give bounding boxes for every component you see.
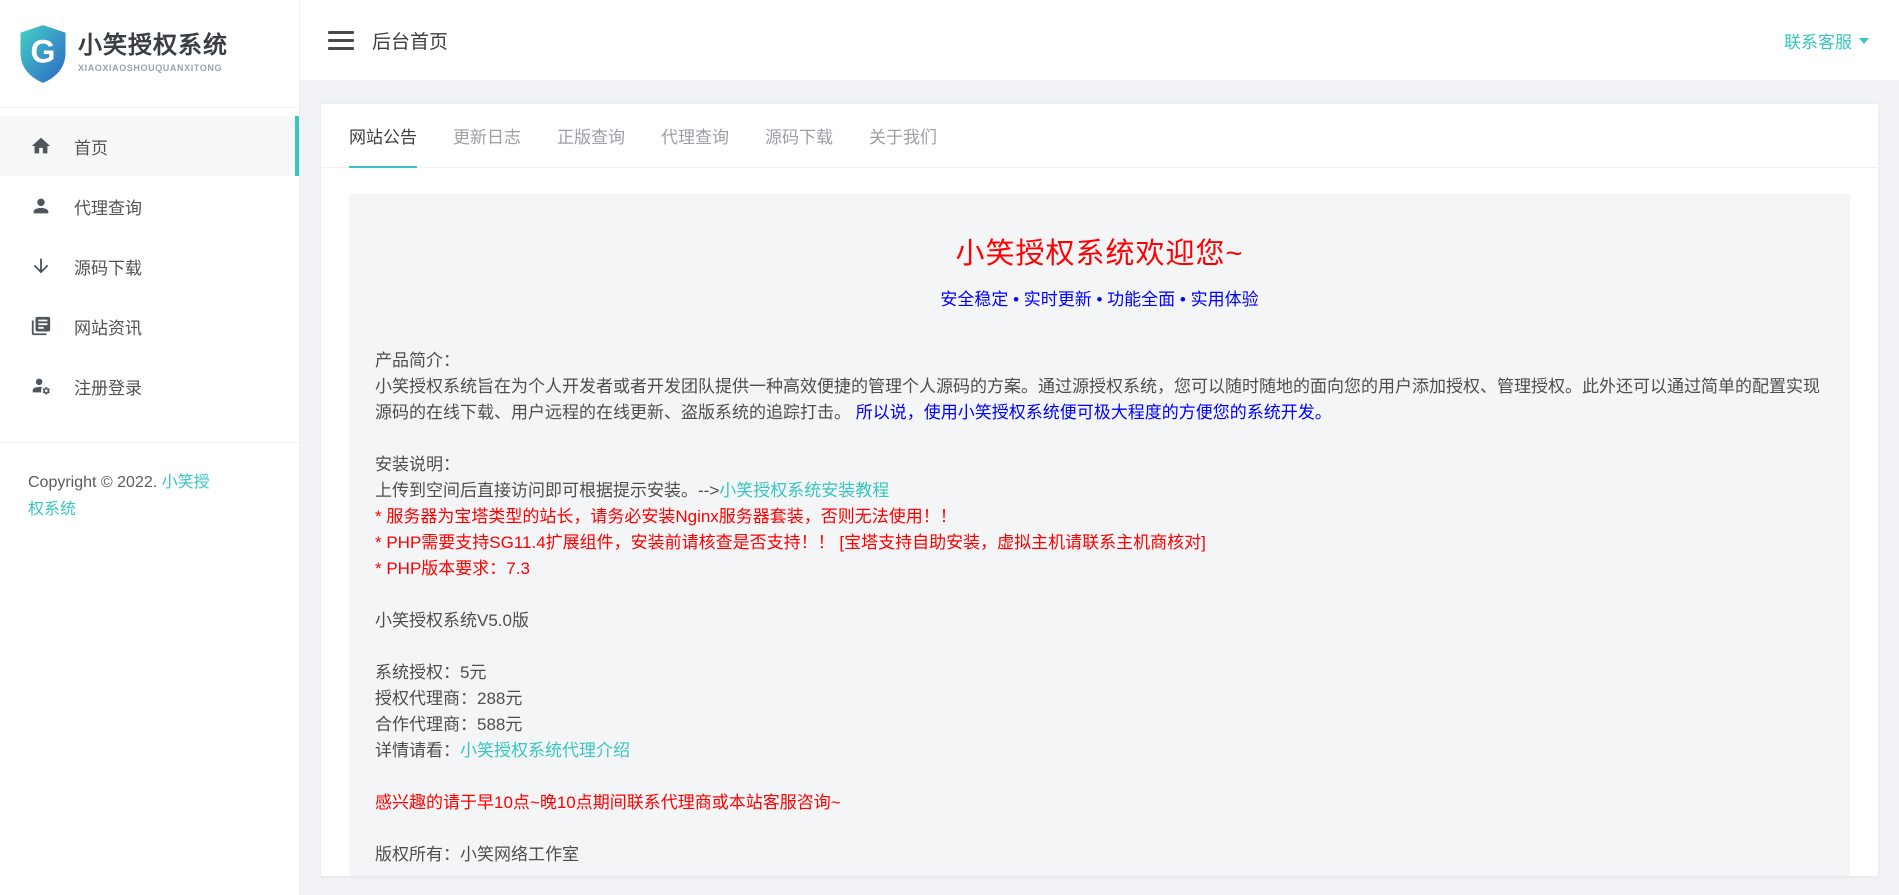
page-title: 后台首页: [372, 27, 448, 54]
content-wrapper: 网站公告 更新日志 正版查询 代理查询 源码下载 关于我们 小笑授权系统欢迎您~ 安全稳定…: [300, 80, 1899, 895]
announcement-body: 产品简介： 小笑授权系统旨在为个人开发者或者开发团队提供一种高效便捷的管理个人源码…: [375, 348, 1824, 868]
announcement-line: 小笑授权系统旨在为个人开发者或者开发团队提供一种高效便捷的管理个人源码的方案。通…: [375, 374, 1824, 426]
announcement-link[interactable]: 小笑授权系统安装教程: [719, 481, 889, 500]
announcement-line: [375, 634, 1824, 660]
brand-text: 小笑授权系统 XIAOXIAOSHOUQUANXITONG: [78, 33, 228, 74]
brand-logo-shield-icon: G: [16, 24, 70, 84]
announcement-text: 授权代理商：288元: [375, 689, 522, 708]
announcement-text: 所以说，使用小笑授权系统便可极大程度的方便您的系统开发。: [851, 403, 1332, 422]
sidebar-nav: 首页 代理查询 源码下载 网站资讯 注册登录: [0, 116, 299, 416]
brand-subtitle: XIAOXIAOSHOUQUANXITONG: [78, 64, 228, 74]
copyright-text: Copyright © 2022.: [28, 474, 162, 491]
announcement-text: 小笑授权系统V5.0版: [375, 611, 529, 630]
announcement-subtitle: 安全稳定 • 实时更新 • 功能全面 • 实用体验: [375, 285, 1824, 310]
tab-label: 源码下载: [765, 123, 833, 148]
user-gear-icon: [30, 375, 52, 397]
announcement-text: 安装说明：: [375, 455, 460, 474]
svg-text:G: G: [30, 33, 55, 69]
announcement-title: 小笑授权系统欢迎您~: [375, 230, 1824, 272]
announcement-line: [375, 426, 1824, 452]
announcement-text: * PHP版本要求：7.3: [375, 559, 530, 578]
announcement-line: 合作代理商：588元: [375, 712, 1824, 738]
announcement-line: [375, 764, 1824, 790]
user-icon: [30, 195, 52, 217]
announcement-line: 产品简介：: [375, 348, 1824, 374]
sidebar-item-site-news[interactable]: 网站资讯: [0, 296, 299, 356]
announcement-text: 合作代理商：588元: [375, 715, 522, 734]
sidebar-item-label: 源码下载: [74, 254, 142, 279]
announcement-line: 系统授权：5元: [375, 660, 1824, 686]
announcement-text: * 服务器为宝塔类型的站长，请务必安装Nginx服务器套装，否则无法使用！！: [375, 507, 957, 526]
tab-label: 关于我们: [869, 123, 937, 148]
tab-about-us[interactable]: 关于我们: [869, 104, 937, 168]
contact-support-label: 联系客服: [1784, 28, 1852, 53]
tab-bar: 网站公告 更新日志 正版查询 代理查询 源码下载 关于我们: [321, 104, 1878, 168]
sidebar-copyright: Copyright © 2022. 小笑授权系统: [0, 443, 248, 549]
announcement-panel: 小笑授权系统欢迎您~ 安全稳定 • 实时更新 • 功能全面 • 实用体验 产品简…: [349, 194, 1850, 877]
brand-name: 小笑授权系统: [78, 33, 228, 59]
announcement-line: 上传到空间后直接访问即可根据提示安装。-->小笑授权系统安装教程: [375, 478, 1824, 504]
sidebar-item-label: 首页: [74, 134, 108, 159]
tab-label: 代理查询: [661, 123, 729, 148]
announcement-line: 小笑授权系统V5.0版: [375, 608, 1824, 634]
contact-support-dropdown[interactable]: 联系客服: [1784, 28, 1869, 53]
sidebar-item-label: 代理查询: [74, 194, 142, 219]
announcement-line: * 服务器为宝塔类型的站长，请务必安装Nginx服务器套装，否则无法使用！！: [375, 504, 1824, 530]
sidebar-item-source-download[interactable]: 源码下载: [0, 236, 299, 296]
announcement-text: 感兴趣的请于早10点~晚10点期间联系代理商或本站客服咨询~: [375, 793, 841, 812]
sidebar-item-register-login[interactable]: 注册登录: [0, 356, 299, 416]
download-icon: [30, 255, 52, 277]
main-area: 后台首页 联系客服 网站公告 更新日志 正版查询 代理查询 源码下载 关于我们 小笑授权系…: [300, 0, 1899, 895]
brand[interactable]: G 小笑授权系统 XIAOXIAOSHOUQUANXITONG: [0, 0, 299, 108]
chevron-down-icon: [1859, 38, 1869, 44]
tab-site-announcement[interactable]: 网站公告: [349, 104, 417, 168]
tab-genuine-check[interactable]: 正版查询: [557, 104, 625, 168]
content-card: 网站公告 更新日志 正版查询 代理查询 源码下载 关于我们 小笑授权系统欢迎您~ 安全稳定…: [320, 103, 1879, 877]
sidebar-item-agent-query[interactable]: 代理查询: [0, 176, 299, 236]
tab-source-download[interactable]: 源码下载: [765, 104, 833, 168]
tab-label: 网站公告: [349, 123, 417, 148]
announcement-line: * PHP需要支持SG11.4扩展组件，安装前请核查是否支持！！ [宝塔支持自助…: [375, 530, 1824, 556]
announcement-text: 上传到空间后直接访问即可根据提示安装。-->: [375, 481, 719, 500]
tab-label: 更新日志: [453, 123, 521, 148]
announcement-text: * PHP需要支持SG11.4扩展组件，安装前请核查是否支持！！ [宝塔支持自助…: [375, 533, 1206, 552]
announcement-line: 授权代理商：288元: [375, 686, 1824, 712]
announcement-text: 产品简介：: [375, 351, 460, 370]
announcement-line: 安装说明：: [375, 452, 1824, 478]
announcement-link[interactable]: 小笑授权系统代理介绍: [460, 741, 630, 760]
sidebar-item-label: 注册登录: [74, 374, 142, 399]
announcement-line: * PHP版本要求：7.3: [375, 556, 1824, 582]
announcement-text: 详情请看：: [375, 741, 460, 760]
sidebar: G 小笑授权系统 XIAOXIAOSHOUQUANXITONG 首页 代理查询 …: [0, 0, 300, 895]
tab-update-log[interactable]: 更新日志: [453, 104, 521, 168]
announcement-text: 系统授权：5元: [375, 663, 486, 682]
tab-label: 正版查询: [557, 123, 625, 148]
sidebar-item-home[interactable]: 首页: [0, 116, 299, 176]
menu-toggle-icon[interactable]: [328, 31, 354, 50]
announcement-line: 版权所有：小笑网络工作室: [375, 842, 1824, 868]
announcement-line: [375, 582, 1824, 608]
home-icon: [30, 135, 52, 157]
sidebar-item-label: 网站资讯: [74, 314, 142, 339]
announcement-line: 详情请看：小笑授权系统代理介绍: [375, 738, 1824, 764]
announcement-line: 感兴趣的请于早10点~晚10点期间联系代理商或本站客服咨询~: [375, 790, 1824, 816]
news-icon: [30, 315, 52, 337]
topbar: 后台首页 联系客服: [300, 0, 1899, 80]
tab-agent-check[interactable]: 代理查询: [661, 104, 729, 168]
announcement-line: [375, 816, 1824, 842]
announcement-text: 版权所有：小笑网络工作室: [375, 845, 579, 864]
